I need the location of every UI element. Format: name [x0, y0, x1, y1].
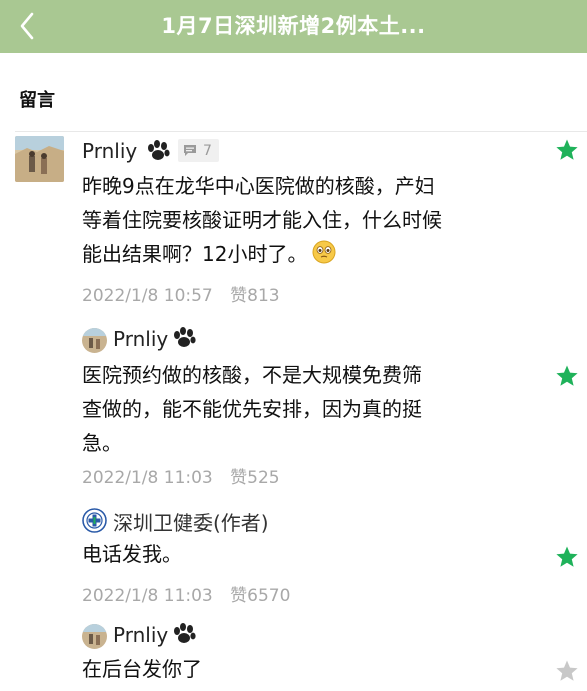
reply-meta: 2022/1/8 11:03 赞6570: [82, 581, 290, 606]
reply-author[interactable]: 深圳卫健委(作者): [113, 507, 269, 536]
avatar[interactable]: [82, 624, 107, 649]
page-title: 1月7日深圳新增2例本土...: [161, 14, 426, 38]
reply-author[interactable]: Prnliy: [113, 327, 168, 351]
star-icon[interactable]: [555, 545, 579, 569]
section-title: 留言: [19, 90, 55, 111]
star-icon[interactable]: [555, 364, 579, 388]
avatar[interactable]: [82, 328, 107, 353]
reply-author[interactable]: Prnliy: [113, 623, 168, 647]
paw-icon: [174, 327, 196, 347]
like-count[interactable]: 赞525: [230, 468, 279, 488]
reply-text: 电话发我。: [82, 542, 182, 566]
comment-bubble-icon: [184, 145, 196, 156]
like-count[interactable]: 赞6570: [230, 586, 290, 606]
reply-time: 2022/1/8 11:03: [82, 586, 213, 606]
star-icon[interactable]: [555, 138, 579, 162]
reply-time: 2022/1/8 11:03: [82, 468, 213, 488]
like-count[interactable]: 赞813: [230, 286, 279, 306]
reply-count: 7: [203, 142, 212, 159]
avatar[interactable]: [82, 508, 107, 533]
reply-count-badge[interactable]: 7: [178, 139, 219, 162]
avatar[interactable]: [15, 136, 64, 182]
reply-text: 在后台发你了: [82, 657, 202, 681]
paw-icon: [148, 140, 170, 160]
emoji-icon: [312, 240, 336, 264]
star-icon[interactable]: [555, 659, 579, 683]
comment-time: 2022/1/8 10:57: [82, 286, 213, 306]
comment-text: 昨晚9点在龙华中心医院做的核酸，产妇 等着住院要核酸证明才能入住，什么时候 能出…: [82, 174, 442, 266]
reply-text: 医院预约做的核酸，不是大规模免费筛 查做的，能不能优先安排，因为真的挺 急。: [82, 363, 422, 455]
paw-icon: [174, 623, 196, 643]
comment-author[interactable]: Prnliy: [82, 139, 137, 163]
reply-meta: 2022/1/8 11:03 赞525: [82, 463, 280, 488]
comment-meta: 2022/1/8 10:57 赞813: [82, 281, 280, 306]
divider: [15, 131, 587, 132]
top-bar: 1月7日深圳新增2例本土...: [0, 0, 587, 53]
back-icon[interactable]: [14, 8, 40, 44]
